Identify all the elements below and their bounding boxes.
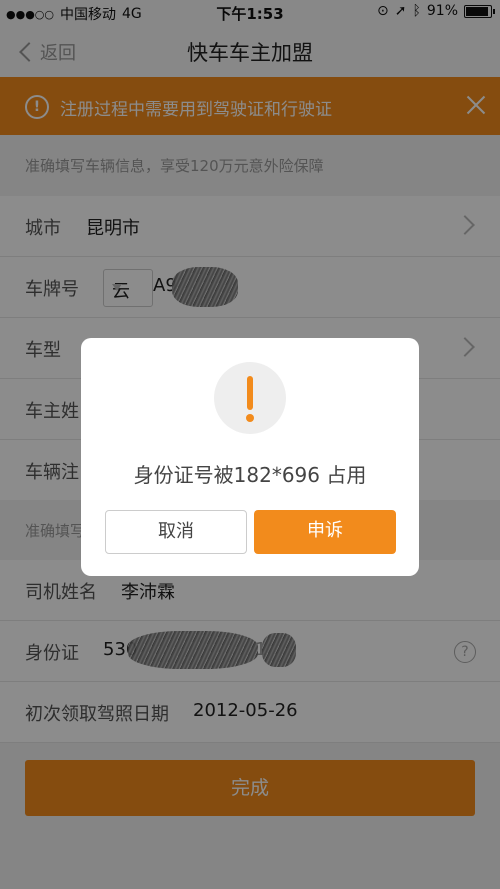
id-conflict-dialog: 身份证号被182*696 占用 取消 申诉	[81, 338, 419, 576]
cancel-button[interactable]: 取消	[105, 510, 247, 554]
dialog-message: 身份证号被182*696 占用	[133, 463, 367, 487]
exclamation-icon	[214, 362, 286, 434]
appeal-button[interactable]: 申诉	[254, 510, 396, 554]
